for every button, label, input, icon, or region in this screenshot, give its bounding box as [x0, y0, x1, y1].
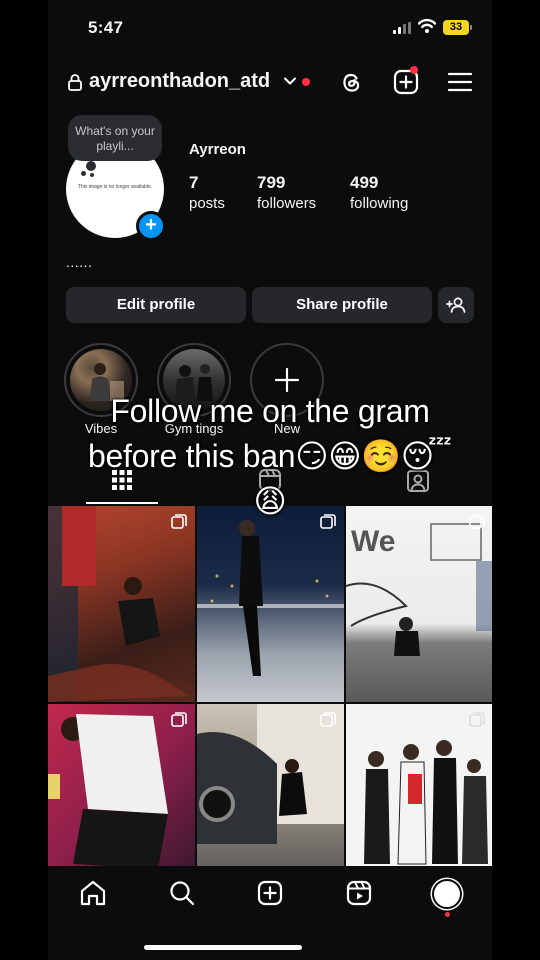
multi-post-icon — [320, 712, 336, 727]
create-icon[interactable] — [256, 879, 284, 907]
lock-icon — [68, 74, 82, 91]
avatar-placeholder-text: This image is no longer available. — [77, 184, 153, 190]
discover-people-button[interactable] — [438, 287, 474, 323]
account-notification-dot — [302, 78, 310, 86]
caption-line: 😩 — [253, 483, 287, 519]
post-image — [197, 520, 344, 676]
threads-icon[interactable] — [337, 68, 365, 96]
add-story-button[interactable]: + — [136, 211, 166, 241]
stat-label: followers — [257, 195, 317, 212]
stat-value: 499 — [350, 173, 379, 192]
post-thumbnail[interactable] — [197, 506, 344, 702]
username[interactable]: ayrreonthadon_atd — [89, 70, 270, 93]
caption-line: Follow me on the gram — [110, 393, 430, 429]
profile-notification-dot — [445, 912, 450, 917]
stat-posts[interactable]: 7 posts — [189, 173, 225, 212]
top-nav: ayrreonthadon_atd — [48, 62, 492, 102]
status-bar: 5:47 33 — [48, 0, 492, 56]
status-time: 5:47 — [88, 18, 124, 37]
stat-label: following — [350, 195, 409, 212]
share-profile-button[interactable]: Share profile — [252, 287, 432, 323]
post-thumbnail[interactable]: We — [346, 506, 492, 702]
stat-label: posts — [189, 195, 225, 212]
posts-grid: We — [48, 506, 492, 900]
edit-profile-button[interactable]: Edit profile — [66, 287, 246, 323]
svg-text:We: We — [351, 525, 395, 558]
search-icon[interactable] — [168, 879, 196, 907]
wifi-icon — [418, 18, 436, 33]
stat-followers[interactable]: 799 followers — [257, 173, 316, 212]
battery-icon: 33 — [443, 20, 472, 35]
note-tail — [81, 171, 86, 176]
video-caption: Follow me on the gram before this ban😏😁☺… — [0, 389, 540, 524]
multi-post-icon — [469, 712, 485, 727]
chevron-down-icon[interactable] — [283, 74, 297, 88]
stat-following[interactable]: 499 following — [350, 173, 408, 212]
avatar-dot — [90, 173, 94, 177]
post-image: We — [346, 523, 492, 656]
multi-post-icon — [171, 712, 187, 727]
stat-value: 799 — [257, 173, 286, 192]
post-thumbnail[interactable] — [48, 506, 195, 702]
profile-name: Ayrreon — [189, 141, 246, 158]
note-bubble[interactable]: What's on your playli... — [68, 115, 162, 161]
home-icon[interactable] — [79, 879, 107, 907]
caption-line: before this ban😏😁☺️😴 — [88, 438, 452, 474]
signal-icon — [393, 22, 411, 34]
add-person-icon — [446, 297, 466, 313]
post-image — [48, 506, 188, 702]
create-notification-dot — [410, 66, 418, 74]
stat-value: 7 — [189, 173, 199, 192]
profile-tab-avatar[interactable] — [432, 879, 462, 909]
note-tail — [86, 161, 96, 171]
home-indicator — [144, 945, 302, 950]
reels-icon[interactable] — [345, 879, 373, 907]
menu-icon[interactable] — [446, 68, 474, 96]
bio: ...... — [66, 254, 93, 270]
